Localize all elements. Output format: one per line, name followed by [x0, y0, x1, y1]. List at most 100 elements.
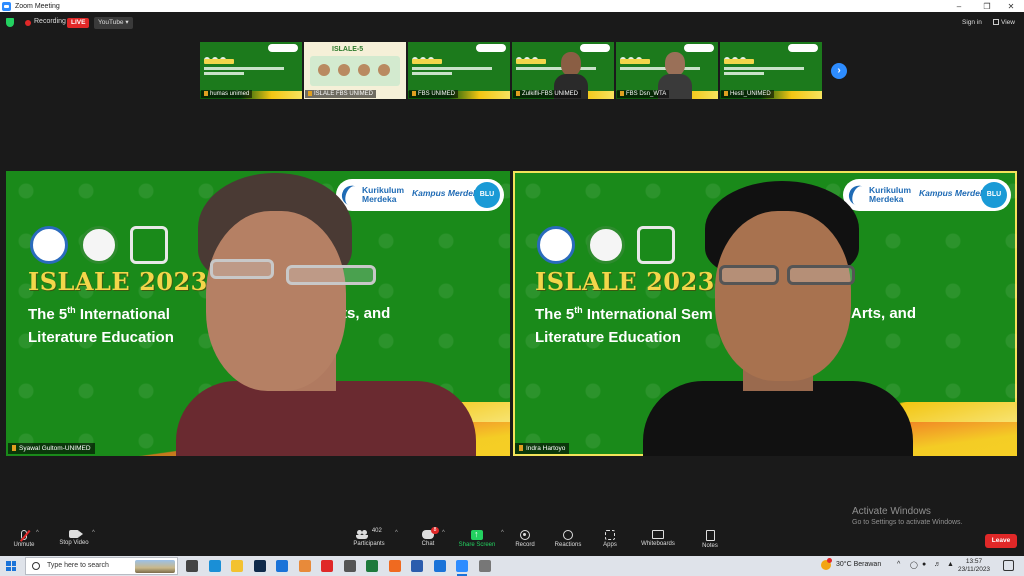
- video-options-chevron-icon[interactable]: ^: [92, 530, 95, 536]
- search-highlight-image: [135, 560, 175, 573]
- participant-name: FBS UNIMED: [409, 90, 459, 98]
- meeting-controls: Unmute ^ Stop Video ^ 402 Participants ^…: [0, 526, 1024, 556]
- network-icon[interactable]: ▲: [947, 561, 954, 568]
- close-button[interactable]: ✕: [996, 0, 1024, 12]
- unimed-logo-icon: [80, 226, 118, 264]
- search-icon: [32, 562, 40, 570]
- share-screen-icon: [471, 529, 483, 540]
- glasses-right: [787, 265, 855, 285]
- weather-text[interactable]: 30°C Berawan: [836, 561, 881, 568]
- notes-icon: [705, 530, 715, 541]
- participant-name: ISLALE FBS UNIMED: [305, 90, 377, 98]
- firefox-icon[interactable]: [388, 560, 401, 572]
- stop-video-label: Stop Video: [59, 540, 89, 546]
- conference-line-2: Literature Education: [535, 329, 681, 346]
- muted-mic-icon: [21, 530, 27, 540]
- tutwuri-logo-icon: [537, 226, 575, 264]
- security-shield-icon[interactable]: [6, 18, 14, 27]
- volume-icon[interactable]: ♬: [934, 561, 941, 568]
- task-view-icon[interactable]: [186, 560, 198, 572]
- whiteboards-button[interactable]: Whiteboards: [628, 528, 688, 554]
- participant-name: FBS Dsn_WTA: [617, 90, 670, 98]
- recording-label[interactable]: Recording: [34, 18, 66, 25]
- photoshop-icon[interactable]: [253, 560, 266, 572]
- word-icon[interactable]: [411, 560, 423, 572]
- participant-video-syawal: [176, 171, 476, 456]
- microphone-tray-icon[interactable]: ●: [922, 561, 926, 568]
- participants-label: Participants: [353, 541, 385, 547]
- participants-button[interactable]: 402 Participants: [339, 528, 399, 554]
- activate-windows-watermark: Activate Windows Go to Settings to activ…: [852, 506, 963, 526]
- notes-label: Notes: [702, 543, 718, 549]
- windows-start-icon[interactable]: [6, 561, 16, 571]
- reactions-icon: [563, 530, 573, 540]
- grid-view-icon: [993, 19, 999, 25]
- blu-logo: BLU: [474, 182, 500, 208]
- chat-options-chevron-icon[interactable]: ^: [442, 530, 445, 536]
- chat-label: Chat: [421, 541, 435, 547]
- tutwuri-logo-icon: [30, 226, 68, 264]
- paint-icon[interactable]: [298, 560, 311, 572]
- apps-icon: [605, 530, 615, 540]
- record-icon: [520, 530, 530, 540]
- reactions-label: Reactions: [554, 542, 582, 548]
- file-explorer-icon[interactable]: [231, 560, 243, 572]
- video-tile-indra-hartoyo[interactable]: Kurikulum Merdeka Kampus Merdeka BLU ISLA…: [513, 171, 1017, 456]
- thumbnail-fbs-dsn-wta[interactable]: FBS Dsn_WTA: [616, 42, 718, 99]
- view-button[interactable]: View: [993, 19, 1015, 26]
- live-badge[interactable]: LIVE: [67, 18, 90, 28]
- weather-icon[interactable]: [821, 558, 832, 570]
- video-tile-syawal-gultom[interactable]: Kurikulum Merdeka Kampus Merdeka BLU ISLA…: [6, 171, 510, 456]
- minimize-button[interactable]: –: [944, 0, 974, 12]
- search-placeholder: Type here to search: [47, 562, 109, 569]
- thumbnail-zulkifli[interactable]: Zulkifli-FBS UNIMED: [512, 42, 614, 99]
- participant-video-indra: [643, 181, 913, 456]
- chat-icon: 8: [422, 527, 439, 539]
- tile-name-label: Syawal Gultom-UNIMED: [8, 443, 95, 454]
- clock-date: 23/11/2023: [958, 566, 991, 573]
- thumbnail-humas-unimed[interactable]: humas unimed: [200, 42, 302, 99]
- edge-icon[interactable]: [208, 560, 221, 572]
- notes-button[interactable]: Notes: [680, 528, 740, 554]
- conference-line-2: Literature Education: [28, 329, 174, 346]
- window-titlebar: Zoom Meeting – ❐ ✕: [0, 0, 1024, 12]
- glasses-right: [286, 265, 376, 285]
- next-page-arrow-icon[interactable]: ›: [831, 63, 847, 79]
- notification-center-icon[interactable]: [1003, 560, 1014, 571]
- participant-name: Zulkifli-FBS UNIMED: [513, 90, 582, 98]
- thumbnail-hesti-unimed[interactable]: Hesti_UNIMED: [720, 42, 822, 99]
- sign-in-link[interactable]: Sign in: [962, 19, 982, 26]
- glasses-left: [719, 265, 779, 285]
- blu-logo: BLU: [981, 182, 1007, 208]
- zoom-window: Zoom Meeting – ❐ ✕ Recording LIVE YouTub…: [0, 0, 1024, 576]
- photos-icon[interactable]: [433, 560, 446, 572]
- tile-name-label: Indra Hartoyo: [515, 443, 570, 454]
- zoom-icon[interactable]: [456, 560, 468, 576]
- mail-icon[interactable]: [276, 560, 288, 572]
- thumbnail-islale-fbs-unimed[interactable]: ISLALE-5 ISLALE FBS UNIMED: [304, 42, 406, 99]
- thumbnail-fbs-unimed[interactable]: FBS UNIMED: [408, 42, 510, 99]
- audio-options-chevron-icon[interactable]: ^: [36, 530, 39, 536]
- watermark-line-2: Go to Settings to activate Windows.: [852, 519, 963, 526]
- clock-time: 13:57: [965, 558, 983, 565]
- apps-label: Apps: [603, 542, 617, 548]
- meeting-topbar: Recording LIVE YouTube ▾ Sign in View: [0, 12, 1024, 34]
- usb-icon[interactable]: [478, 560, 491, 572]
- youtube-dropdown[interactable]: YouTube ▾: [94, 17, 133, 29]
- banner-kampus-text: Kampus Merdeka: [919, 188, 990, 198]
- window-title: Zoom Meeting: [15, 2, 60, 10]
- show-hidden-icons-chevron-icon[interactable]: ^: [897, 561, 900, 568]
- stop-video-button[interactable]: Stop Video: [44, 528, 104, 554]
- islale-slide-title: ISLALE-5: [332, 46, 364, 53]
- participant-name: Hesti_UNIMED: [721, 90, 774, 98]
- recording-icon: [25, 20, 31, 26]
- leave-button[interactable]: Leave: [985, 534, 1017, 548]
- share-screen-label: Share Screen: [458, 542, 496, 548]
- whatsapp-icon[interactable]: [343, 560, 356, 572]
- glasses-left: [210, 259, 274, 279]
- excel-icon[interactable]: [366, 560, 378, 572]
- opera-icon[interactable]: [321, 560, 333, 572]
- taskbar-clock[interactable]: 13:57 23/11/2023: [958, 558, 990, 574]
- camera-tray-icon[interactable]: ◯: [910, 561, 918, 569]
- taskbar-search-input[interactable]: Type here to search: [25, 557, 178, 575]
